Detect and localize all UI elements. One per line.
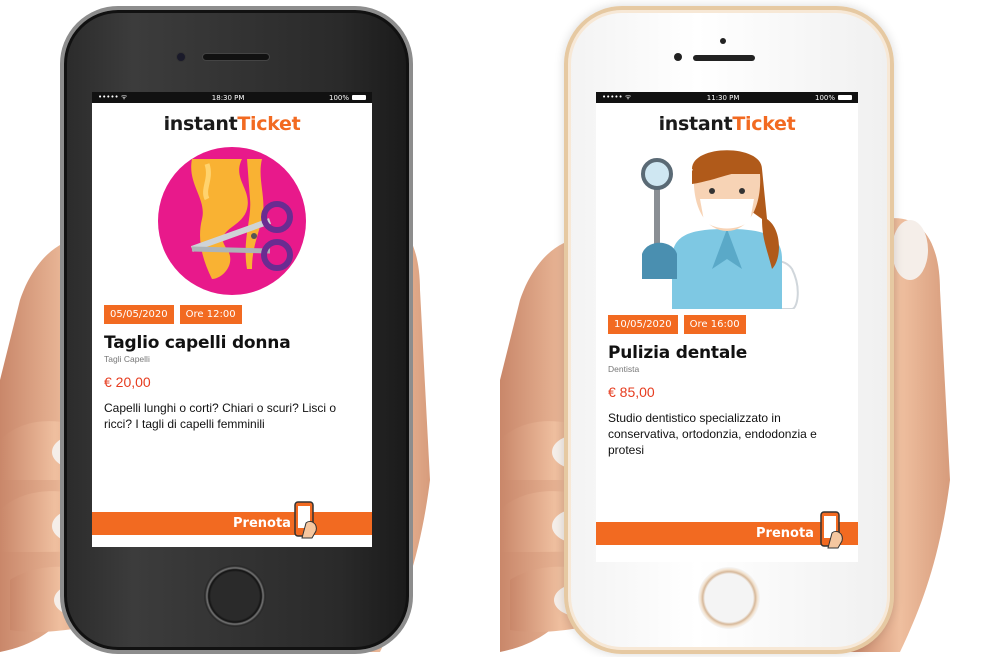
phone-white: ••••• ᯤ 11:30 PM 100% instantTicket 10/0… xyxy=(564,6,894,654)
home-button[interactable] xyxy=(204,565,266,627)
time-badge: Ore 12:00 xyxy=(179,305,242,324)
status-bar: ••••• ᯤ 11:30 PM 100% xyxy=(596,92,858,103)
service-description: Studio dentistico specializzato in conse… xyxy=(608,411,817,457)
service-category: Dentista xyxy=(608,364,640,374)
dentist-icon xyxy=(641,150,799,309)
earpiece-speaker xyxy=(202,53,270,61)
time-badge: Ore 16:00 xyxy=(683,315,746,334)
battery-icon xyxy=(352,95,366,100)
book-label: Prenota xyxy=(233,516,291,531)
book-button[interactable]: Prenota xyxy=(596,511,858,549)
app-logo: instantTicket xyxy=(658,113,796,135)
app-logo: instantTicket xyxy=(163,113,301,135)
service-price: € 20,00 xyxy=(104,374,151,390)
front-camera-icon xyxy=(176,52,186,62)
event-tags: 10/05/2020 Ore 16:00 xyxy=(596,315,858,334)
book-button[interactable]: Prenota xyxy=(92,501,372,539)
date-badge: 05/05/2020 xyxy=(104,305,174,324)
phone-tap-icon xyxy=(820,511,843,549)
phone-tap-icon xyxy=(294,501,317,539)
app-screen: ••••• ᯤ 18:30 PM 100% instantTicket 05/0… xyxy=(92,92,372,547)
battery-icon xyxy=(838,95,852,100)
home-button[interactable] xyxy=(698,567,760,629)
scissors-hair-icon xyxy=(158,147,306,295)
earpiece-speaker xyxy=(693,55,755,61)
scene: ••••• ᯤ 18:30 PM 100% instantTicket 05/0… xyxy=(0,0,991,654)
service-title: Taglio capelli donna xyxy=(104,333,291,353)
service-description: Capelli lunghi o corti? Chiari o scuri? … xyxy=(104,401,337,431)
service-price: € 85,00 xyxy=(608,384,655,400)
phone-black: ••••• ᯤ 18:30 PM 100% instantTicket 05/0… xyxy=(60,6,413,654)
signal-icon: ••••• ᯤ xyxy=(98,93,128,101)
status-bar: ••••• ᯤ 18:30 PM 100% xyxy=(92,92,372,103)
book-label: Prenota xyxy=(756,526,814,541)
service-title: Pulizia dentale xyxy=(608,343,748,363)
front-camera-icon xyxy=(674,53,682,61)
battery-label: 100% xyxy=(814,93,835,102)
service-category: Tagli Capelli xyxy=(104,354,150,364)
status-time: 18:30 PM xyxy=(211,93,245,102)
status-time: 11:30 PM xyxy=(706,93,740,102)
signal-icon: ••••• ᯤ xyxy=(602,93,632,101)
date-badge: 10/05/2020 xyxy=(608,315,678,334)
app-screen: ••••• ᯤ 11:30 PM 100% instantTicket 10/0… xyxy=(596,92,858,562)
battery-label: 100% xyxy=(328,93,349,102)
event-tags: 05/05/2020 Ore 12:00 xyxy=(92,305,372,324)
proximity-sensor-icon xyxy=(720,38,726,44)
